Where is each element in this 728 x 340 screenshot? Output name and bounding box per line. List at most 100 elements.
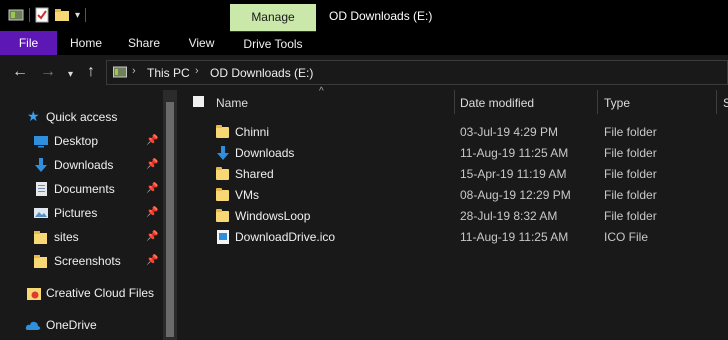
ribbon-tabs: File Home Share View Drive Tools (0, 31, 728, 55)
pictures-icon (34, 208, 48, 218)
tab-share[interactable]: Share (115, 31, 173, 55)
sidebar-item-downloads[interactable]: Downloads 📌 (0, 154, 163, 176)
file-row-vms[interactable]: VMs 08-Aug-19 12:29 PM File folder (177, 184, 728, 205)
file-type: File folder (604, 125, 657, 139)
customize-toolbar-icon[interactable]: ▾ (75, 10, 80, 21)
file-row-shared[interactable]: Shared 15-Apr-19 11:19 AM File folder (177, 163, 728, 184)
sidebar-item-quick-access[interactable]: ★ Quick access (0, 106, 163, 128)
file-type: File folder (604, 209, 657, 223)
sidebar-item-desktop[interactable]: Desktop 📌 (0, 130, 163, 152)
pin-icon[interactable]: 📌 (146, 159, 158, 170)
folder-icon (215, 124, 231, 140)
file-row-chinni[interactable]: Chinni 03-Jul-19 4:29 PM File folder (177, 121, 728, 142)
file-name: Downloads (235, 146, 295, 160)
pin-icon[interactable]: 📌 (146, 207, 158, 218)
sidebar-item-onedrive[interactable]: OneDrive (0, 314, 163, 336)
window-title: OD Downloads (E:) (329, 9, 433, 23)
file-name: Shared (235, 167, 274, 181)
tab-file[interactable]: File (0, 31, 57, 55)
pin-icon[interactable]: 📌 (146, 231, 158, 242)
file-name: WindowsLoop (235, 209, 311, 223)
file-date-modified: 11-Aug-19 11:25 AM (460, 146, 569, 160)
file-type: File folder (604, 167, 657, 181)
file-name: Chinni (235, 125, 270, 139)
tab-drive-tools[interactable]: Drive Tools (230, 31, 316, 56)
file-date-modified: 11-Aug-19 11:25 AM (460, 230, 569, 244)
sidebar-item-screenshots[interactable]: Screenshots 📌 (0, 250, 163, 272)
sort-ascending-icon: ^ (319, 86, 324, 97)
sidebar-item-label: sites (54, 230, 79, 244)
star-icon: ★ (27, 108, 40, 124)
sidebar-scrollbar[interactable] (163, 90, 177, 340)
sidebar-item-sites[interactable]: sites 📌 (0, 226, 163, 248)
column-divider[interactable] (597, 90, 598, 114)
file-name: VMs (235, 188, 259, 202)
folder-icon (34, 255, 47, 268)
column-header-date-modified[interactable]: Date modified (460, 96, 534, 110)
file-date-modified: 15-Apr-19 11:19 AM (460, 167, 567, 181)
sidebar-item-label: Screenshots (54, 254, 121, 268)
file-date-modified: 08-Aug-19 12:29 PM (460, 188, 571, 202)
forward-arrow-icon[interactable]: → (40, 64, 56, 80)
file-list: ^ Name Date modified Type S Chinni 03-Ju… (177, 86, 728, 340)
breadcrumb-separator-icon[interactable]: › (195, 65, 199, 77)
breadcrumb-separator-icon[interactable]: › (132, 65, 136, 77)
tab-view[interactable]: View (173, 31, 230, 55)
address-bar[interactable]: › This PC › OD Downloads (E:) (106, 60, 728, 85)
breadcrumb-this-pc[interactable]: This PC (147, 66, 190, 80)
sidebar-item-label: Desktop (54, 134, 99, 148)
pin-icon[interactable]: 📌 (146, 183, 158, 194)
drive-icon (8, 9, 24, 21)
quick-access-toolbar: ▾ (8, 7, 87, 23)
folder-icon (215, 187, 231, 203)
file-date-modified: 03-Jul-19 4:29 PM (460, 125, 559, 139)
recent-locations-chevron-icon[interactable]: ▾ (68, 67, 73, 83)
navigation-pane: ★ Quick access Desktop 📌 Downloads 📌 Doc… (0, 90, 163, 340)
documents-icon (36, 182, 47, 196)
file-type: File folder (604, 146, 657, 160)
navigation-bar: ← → ▾ ↑ › This PC › OD Downloads (E:) (0, 55, 728, 90)
file-name: DownloadDrive.ico (235, 230, 336, 244)
file-date-modified: 28-Jul-19 8:32 AM (460, 209, 558, 223)
creative-cloud-folder-icon (27, 288, 41, 300)
download-arrow-icon (217, 146, 229, 160)
tab-home[interactable]: Home (57, 31, 115, 55)
column-header-size-clipped[interactable]: S (723, 96, 728, 110)
file-type: ICO File (604, 230, 649, 244)
up-arrow-icon[interactable]: ↑ (87, 64, 95, 80)
file-row-windowsloop[interactable]: WindowsLoop 28-Jul-19 8:32 AM File folde… (177, 205, 728, 226)
toolbar-divider (29, 8, 30, 22)
pin-icon[interactable]: 📌 (146, 255, 158, 266)
sidebar-item-documents[interactable]: Documents 📌 (0, 178, 163, 200)
column-header-type[interactable]: Type (604, 96, 630, 110)
ico-file-icon (217, 230, 229, 244)
column-header-name[interactable]: Name (216, 96, 248, 110)
properties-icon[interactable] (35, 7, 49, 23)
scrollbar-thumb[interactable] (166, 102, 174, 337)
file-row-downloads[interactable]: Downloads 11-Aug-19 11:25 AM File folder (177, 142, 728, 163)
new-folder-icon[interactable] (54, 7, 70, 23)
sidebar-item-creative-cloud[interactable]: Creative Cloud Files (0, 282, 163, 304)
column-divider[interactable] (454, 90, 455, 114)
back-arrow-icon[interactable]: ← (12, 64, 28, 80)
drive-icon (113, 66, 127, 78)
sidebar-item-label: OneDrive (46, 318, 97, 332)
cloud-icon (25, 321, 41, 330)
sidebar-item-label: Creative Cloud Files (46, 286, 155, 300)
sidebar-item-pictures[interactable]: Pictures 📌 (0, 202, 163, 224)
tab-manage[interactable]: Manage (230, 4, 316, 31)
toolbar-divider (85, 8, 87, 22)
breadcrumb-current-drive[interactable]: OD Downloads (E:) (210, 66, 313, 80)
download-arrow-icon (35, 158, 47, 172)
column-divider[interactable] (716, 90, 717, 114)
file-type: File folder (604, 188, 657, 202)
pin-icon[interactable]: 📌 (146, 135, 158, 146)
sidebar-item-label: Documents (54, 182, 115, 196)
file-row-downloaddrive-ico[interactable]: DownloadDrive.ico 11-Aug-19 11:25 AM ICO… (177, 226, 728, 247)
folder-icon (215, 166, 231, 182)
column-headers: ^ Name Date modified Type S (177, 86, 728, 114)
select-all-checkbox[interactable] (193, 96, 204, 107)
desktop-icon (34, 136, 48, 148)
folder-icon (215, 208, 231, 224)
title-bar: ▾ Manage OD Downloads (E:) (0, 0, 728, 31)
